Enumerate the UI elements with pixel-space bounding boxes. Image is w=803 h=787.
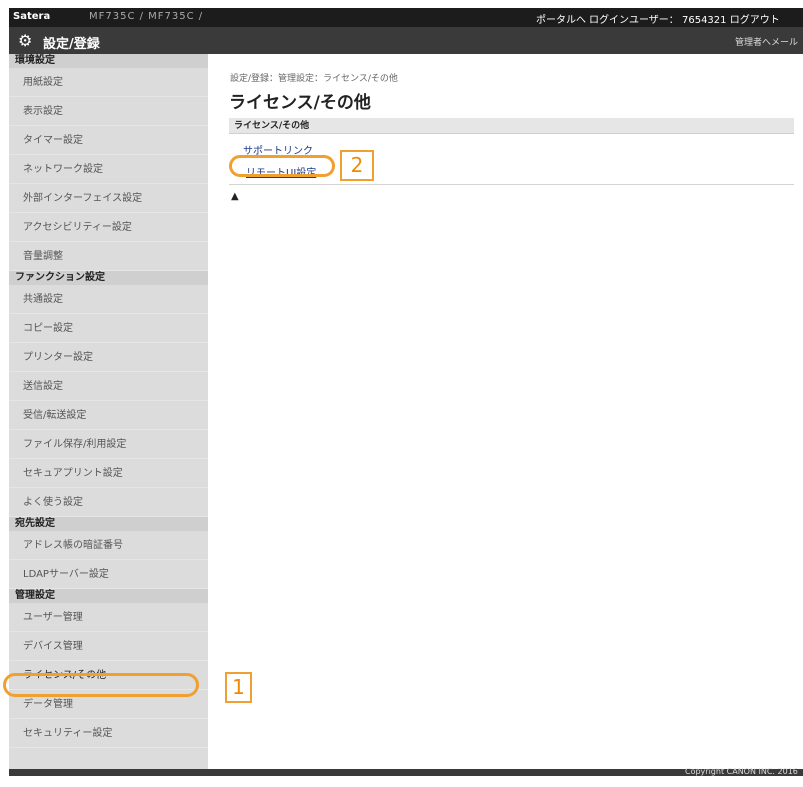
sidebar-item-device-management[interactable]: デバイス管理 [9, 632, 208, 661]
top-bar: Satera MF735C / MF735C / ポータルへ ログインユーザー：… [9, 8, 803, 27]
gear-icon: ⚙ [18, 31, 33, 50]
page-title: ライセンス/その他 [229, 93, 371, 113]
remote-ui-window: Satera MF735C / MF735C / ポータルへ ログインユーザー：… [9, 8, 803, 776]
sidebar-section-title: 管理設定 [9, 589, 208, 603]
sidebar-item-data-management[interactable]: データ管理 [9, 690, 208, 719]
support-link[interactable]: サポートリンク [243, 142, 313, 157]
section-header: ライセンス/その他 [229, 118, 794, 134]
header-title: 設定/登録 [43, 37, 100, 52]
main-content: 設定/登録：管理設定：ライセンス/その他 ライセンス/その他 ライセンス/その他… [208, 54, 803, 769]
sidebar-item-printer[interactable]: プリンター設定 [9, 343, 208, 372]
copyright: Copyright CANON INC. 2016 [685, 767, 798, 776]
sidebar-item-display[interactable]: 表示設定 [9, 97, 208, 126]
sidebar-item-accessibility[interactable]: アクセシビリティー設定 [9, 213, 208, 242]
sidebar-item-file-storage[interactable]: ファイル保存/利用設定 [9, 430, 208, 459]
sidebar-item-ldap[interactable]: LDAPサーバー設定 [9, 560, 208, 589]
sidebar-item-send[interactable]: 送信設定 [9, 372, 208, 401]
admin-mail-link[interactable]: 管理者へメール [735, 35, 798, 48]
sidebar-item-paper[interactable]: 用紙設定 [9, 68, 208, 97]
system-name: Satera [13, 11, 51, 22]
remote-ui-settings-link[interactable]: リモートUI設定 [246, 164, 316, 179]
sidebar: 環境設定 用紙設定 表示設定 タイマー設定 ネットワーク設定 外部インターフェイ… [9, 54, 208, 769]
sidebar-item-common[interactable]: 共通設定 [9, 285, 208, 314]
portal-link[interactable]: ポータルへ [536, 11, 586, 26]
sidebar-item-receive-forward[interactable]: 受信/転送設定 [9, 401, 208, 430]
divider [229, 184, 794, 185]
footer: Copyright CANON INC. 2016 [9, 767, 803, 776]
login-user-info[interactable]: ログインユーザー： 7654321 ログアウト [589, 11, 780, 26]
sidebar-section-title: ファンクション設定 [9, 271, 208, 285]
page-top-icon[interactable]: ▲ [231, 191, 239, 202]
sidebar-item-external-interface[interactable]: 外部インターフェイス設定 [9, 184, 208, 213]
device-path: MF735C / MF735C / [89, 11, 204, 22]
step-callout-2: 2 [340, 150, 374, 181]
step-callout-1: 1 [225, 672, 252, 703]
sidebar-item-address-book-pin[interactable]: アドレス帳の暗証番号 [9, 531, 208, 560]
sidebar-item-license-other[interactable]: ライセンス/その他 [9, 661, 208, 690]
sidebar-item-favorites[interactable]: よく使う設定 [9, 488, 208, 517]
breadcrumb: 設定/登録：管理設定：ライセンス/その他 [230, 74, 398, 84]
sidebar-item-security[interactable]: セキュリティー設定 [9, 719, 208, 748]
sidebar-section-title: 環境設定 [9, 54, 208, 68]
sidebar-item-copy[interactable]: コピー設定 [9, 314, 208, 343]
sidebar-item-user-management[interactable]: ユーザー管理 [9, 603, 208, 632]
sidebar-item-timer[interactable]: タイマー設定 [9, 126, 208, 155]
page-header: ⚙ 設定/登録 管理者へメール [9, 27, 803, 54]
sidebar-item-secure-print[interactable]: セキュアプリント設定 [9, 459, 208, 488]
sidebar-item-volume[interactable]: 音量調整 [9, 242, 208, 271]
sidebar-section-title: 宛先設定 [9, 517, 208, 531]
sidebar-item-network[interactable]: ネットワーク設定 [9, 155, 208, 184]
